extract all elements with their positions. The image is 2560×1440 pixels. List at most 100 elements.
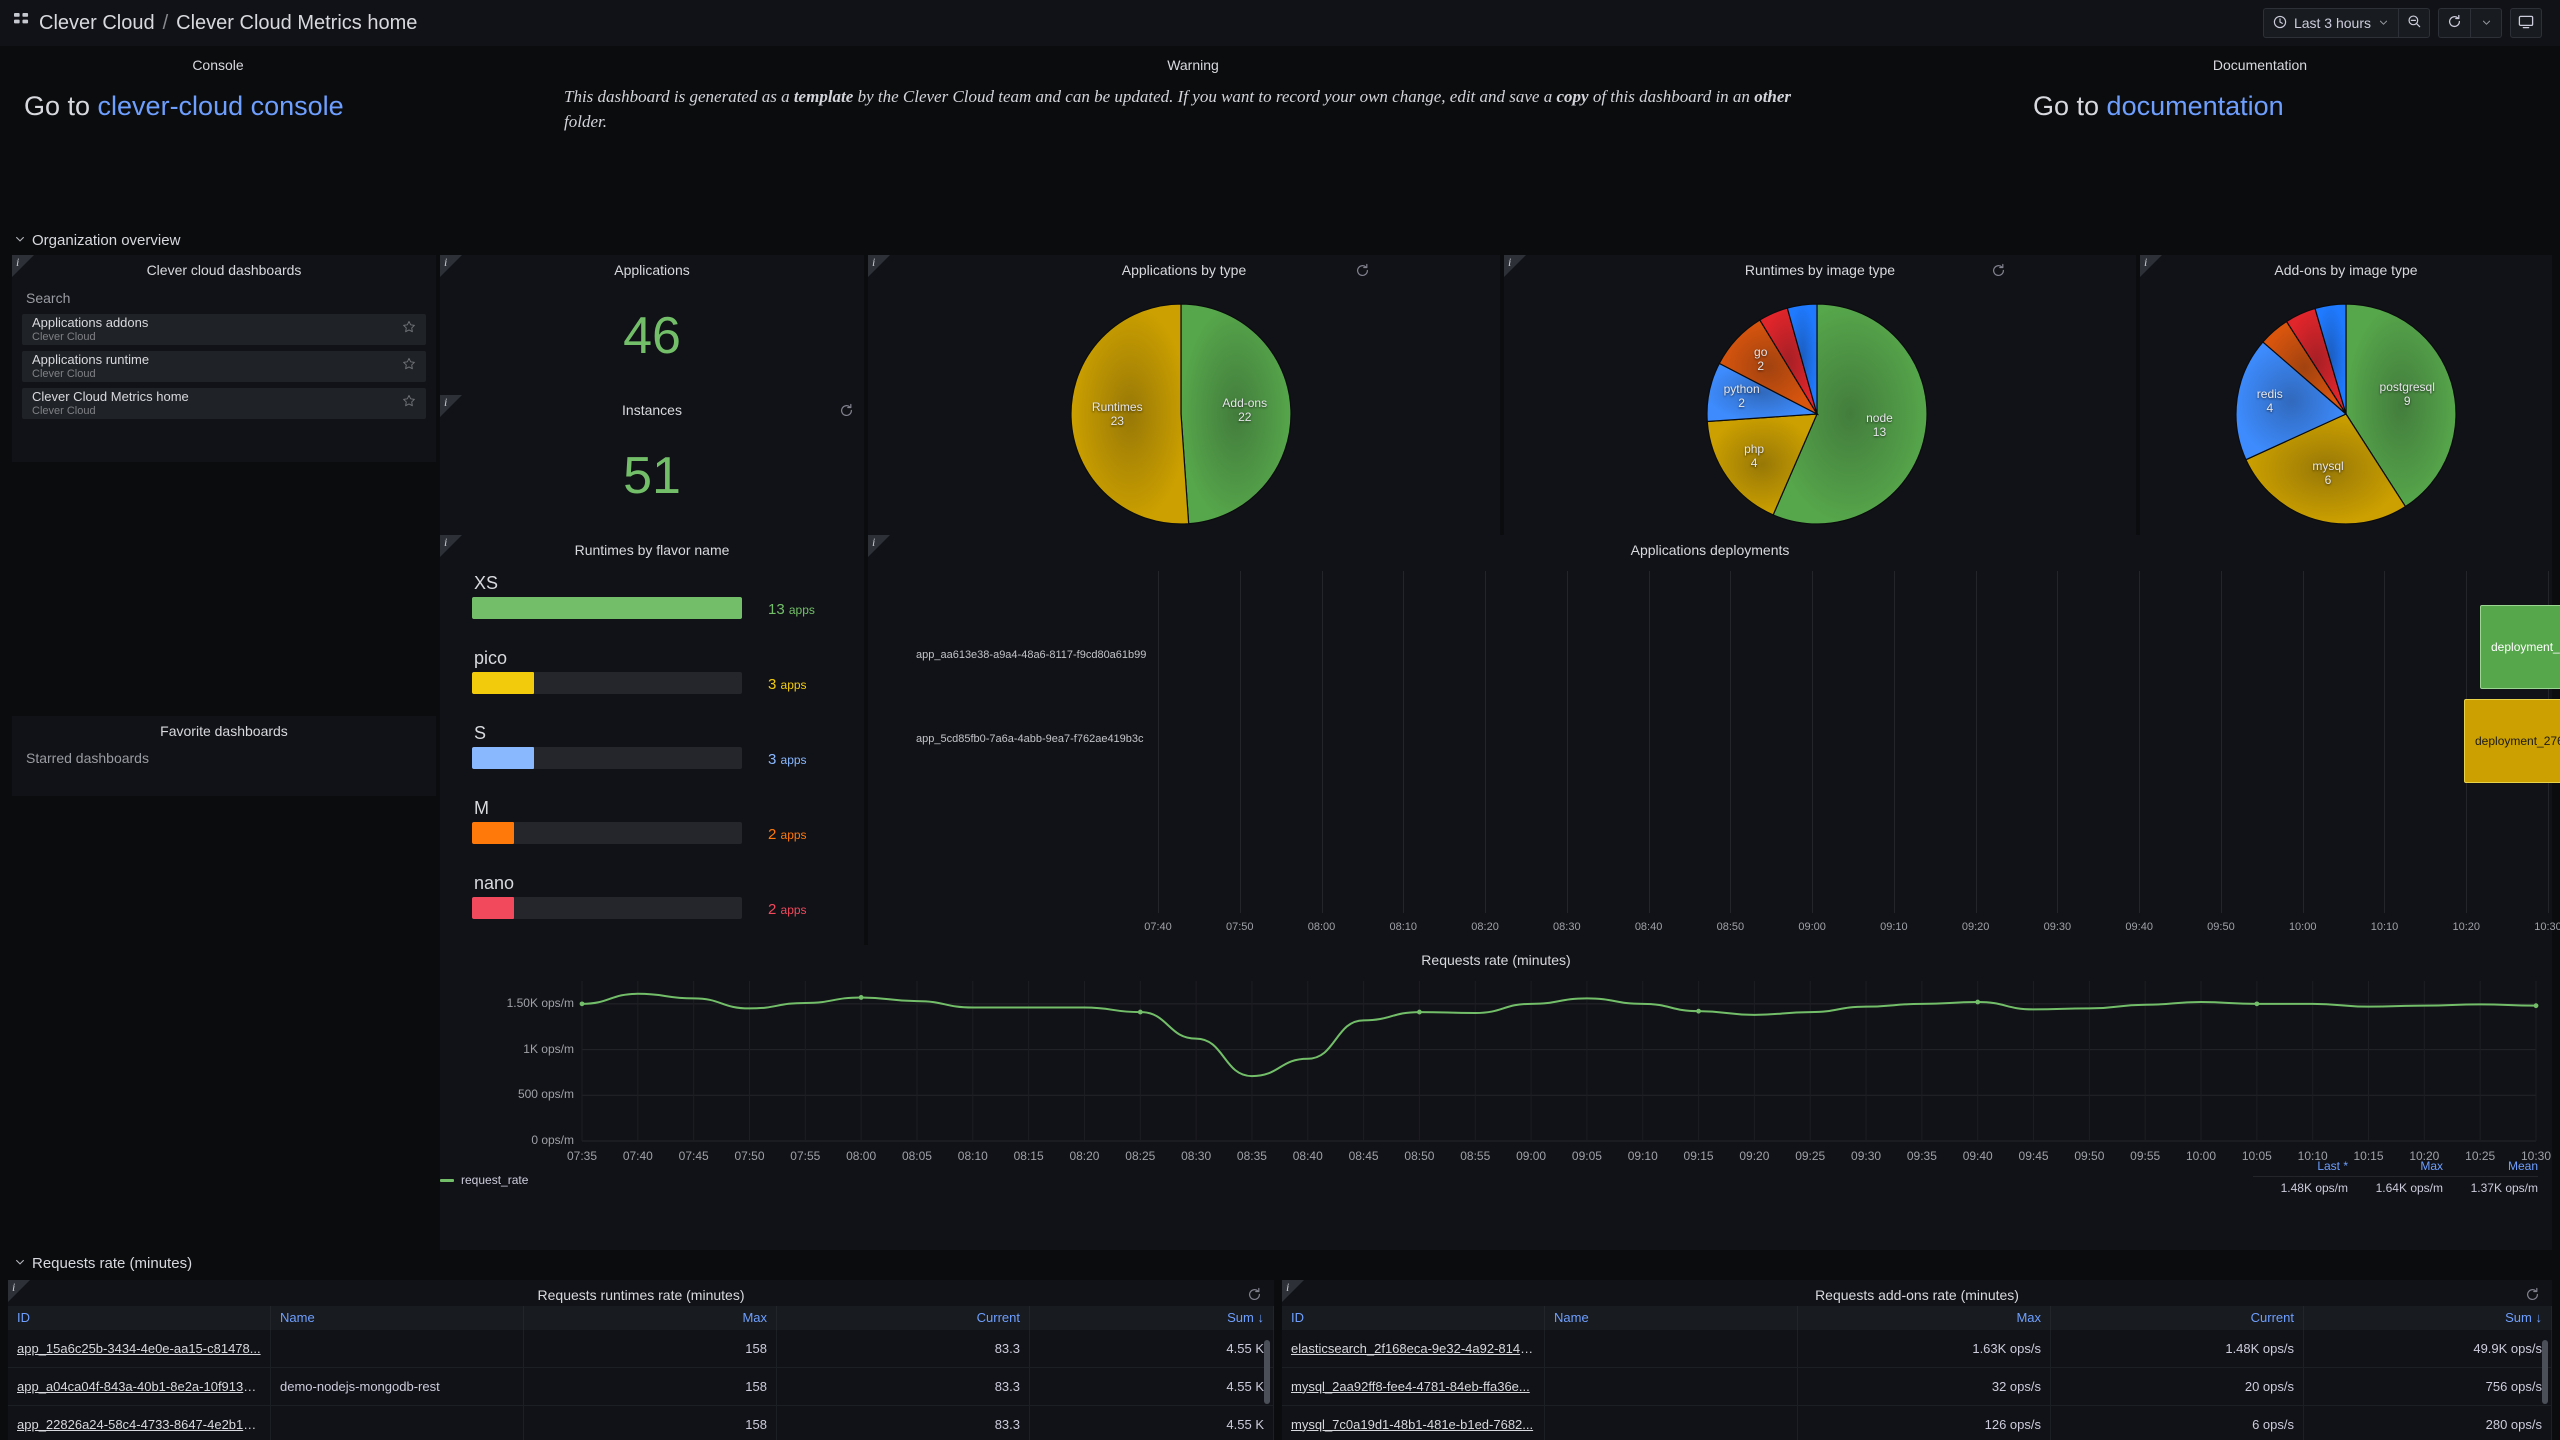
bar-gauge-track [472, 822, 742, 844]
pie-slice[interactable] [1180, 303, 1292, 525]
dashboard-list-item[interactable]: Applications runtime Clever Cloud [22, 351, 426, 382]
pie-chart[interactable]: Add-ons 22 Runtimes 23 [1070, 303, 1292, 525]
runtimes-rate-table: ID Name Max Current Sum ↓ app_15a6c25b-3434-4… [8, 1306, 1274, 1440]
documentation-link[interactable]: documentation [2107, 91, 2284, 121]
time-range-picker[interactable]: Last 3 hours [2262, 8, 2398, 38]
requests-addons-rate-panel: i Requests add-ons rate (minutes) ID Name… [1282, 1280, 2552, 1440]
table-cell-id-link[interactable]: mysql_7c0a19d1-48b1-481e-b1ed-7682... [1282, 1405, 1545, 1440]
info-icon: i [2144, 255, 2148, 269]
requests-rate-title: Requests rate (minutes) [1421, 952, 1571, 968]
x-axis-tick-label: 09:55 [2130, 1149, 2161, 1163]
table-column-header[interactable]: ID [1282, 1306, 1545, 1330]
bar-gauge-fill [472, 897, 514, 919]
x-axis-tick-label: 08:20 [1069, 1149, 1100, 1163]
deployment-block[interactable]: deployment_276088f0-4093 [2464, 699, 2560, 783]
table-column-header[interactable]: Sum ↓ [1030, 1306, 1274, 1330]
grid-icon[interactable] [14, 13, 29, 33]
refresh-icon[interactable] [839, 403, 854, 423]
star-icon[interactable] [402, 320, 416, 339]
table-column-header[interactable]: Current [2051, 1306, 2304, 1330]
refresh-icon[interactable] [1355, 263, 1370, 283]
applications-by-type-title: Applications by type [1121, 262, 1247, 278]
favorite-dashboards-panel: Favorite dashboards Starred dashboards [12, 716, 436, 796]
clever-cloud-console-link[interactable]: clever-cloud console [98, 91, 344, 121]
refresh-icon[interactable] [2525, 1287, 2540, 1307]
bar-gauge-row: M 2 apps [440, 798, 864, 844]
table-column-header[interactable]: Name [271, 1306, 524, 1330]
bar-gauge-value-number: 3 [768, 751, 781, 768]
data-point [1696, 1008, 1701, 1014]
timeseries-svg [579, 981, 2539, 1142]
star-icon[interactable] [402, 357, 416, 376]
refresh-icon[interactable] [1247, 1287, 1262, 1307]
row-header-organization-overview[interactable]: Organization overview [14, 232, 180, 249]
bar-gauge-value-number: 13 [768, 601, 789, 618]
table-cell: 83.3 [777, 1367, 1030, 1406]
zoom-out-button[interactable] [2398, 8, 2430, 38]
breadcrumb-org[interactable]: Clever Cloud [39, 12, 155, 35]
x-axis-tick-label: 08:05 [901, 1149, 932, 1163]
table-header-row: ID Name Max Current Sum ↓ [8, 1306, 1274, 1330]
bar-gauge-track [472, 672, 742, 694]
warning-segment-1: template [793, 87, 854, 106]
star-icon[interactable] [402, 394, 416, 413]
table-cell-id-link[interactable]: app_15a6c25b-3434-4e0e-aa15-c81478... [8, 1329, 271, 1368]
timeseries-line[interactable] [581, 992, 2537, 1078]
table-column-header[interactable]: Max [1798, 1306, 2051, 1330]
table-cell-id-link[interactable]: app_22826a24-58c4-4733-8647-4e2b13... [8, 1405, 271, 1440]
table-column-header[interactable]: Sum ↓ [2304, 1306, 2552, 1330]
table-column-header[interactable]: ID [8, 1306, 271, 1330]
bar-gauge-label: S [474, 723, 487, 743]
deployments-plot[interactable]: 07:40 07:50 08:00 08:10 08:20 08:30 08:40 08:50… [868, 561, 2560, 945]
time-range-group: Last 3 hours [2262, 8, 2430, 38]
search-label[interactable]: Search [12, 278, 436, 314]
pie-chart[interactable]: postgresql 9 mysql 6 redis 4 [2235, 303, 2457, 525]
table-column-header[interactable]: Name [1545, 1306, 1798, 1330]
refresh-interval-dropdown[interactable] [2470, 8, 2502, 38]
breadcrumb-dashboard[interactable]: Clever Cloud Metrics home [176, 12, 417, 35]
row-header-requests-rate[interactable]: Requests rate (minutes) [14, 1255, 192, 1272]
tv-icon [2518, 14, 2534, 33]
table-cell-id-link[interactable]: mysql_2aa92ff8-fee4-4781-84eb-ffa36e... [1282, 1367, 1545, 1406]
table-scrollbar[interactable] [1264, 1340, 1270, 1404]
gridline [2139, 571, 2141, 913]
tv-mode-button[interactable] [2510, 8, 2542, 38]
dashboard-list-item[interactable]: Applications addons Clever Cloud [22, 314, 426, 345]
table-column-header[interactable]: Max [524, 1306, 777, 1330]
warning-segment-4: of this dashboard in an [1588, 87, 1755, 106]
legend-stat-header[interactable]: Mean [2443, 1159, 2538, 1173]
bar-gauge-fill [472, 672, 535, 694]
table-column-header[interactable]: Current [777, 1306, 1030, 1330]
warning-segment-3: copy [1556, 87, 1589, 106]
deployment-block[interactable]: deployment_3ada13f0 [2480, 605, 2560, 689]
instances-stat-value: 51 [623, 447, 681, 505]
info-icon: i [1508, 255, 1512, 269]
legend-item[interactable]: request_rate [440, 1173, 528, 1187]
console-panel: Console Go to clever-cloud console [8, 50, 428, 160]
table-scrollbar[interactable] [2542, 1340, 2548, 1404]
documentation-prefix: Go to [2033, 91, 2107, 121]
deployment-series-label: app_aa613e38-a9a4-48a6-8117-f9cd80a61b99 [916, 649, 1147, 661]
table-cell: 4.55 K [1030, 1329, 1274, 1368]
legend-color-swatch [440, 1178, 454, 1182]
table-cell-id-link[interactable]: app_a04ca04f-843a-40b1-8e2a-10f9136... [8, 1367, 271, 1406]
pie-svg [2235, 303, 2457, 525]
table-cell [1545, 1329, 1798, 1368]
dashboard-item-folder: Clever Cloud [32, 404, 96, 417]
pie-slice[interactable] [1070, 303, 1190, 525]
legend-stat-header[interactable]: Max [2348, 1159, 2443, 1173]
refresh-button[interactable] [2438, 8, 2470, 38]
dashboard-list-item[interactable]: Clever Cloud Metrics home Clever Cloud [22, 388, 426, 419]
table-cell-id-link[interactable]: elasticsearch_2f168eca-9e32-4a92-814c... [1282, 1329, 1545, 1368]
x-axis-tick-label: 08:00 [846, 1149, 877, 1163]
requests-rate-plot[interactable]: 0 ops/m 500 ops/m 1K ops/m 1.50K ops/m 07:35… [440, 969, 2552, 1250]
bar-gauge-fill [472, 822, 514, 844]
table-row: mysql_2aa92ff8-fee4-4781-84eb-ffa36e... 3… [1282, 1367, 2552, 1406]
legend-stat-header[interactable]: Last * [2253, 1159, 2348, 1173]
x-axis-tick-label: 08:40 [1634, 921, 1663, 933]
refresh-icon[interactable] [1991, 263, 2006, 283]
x-axis-tick-label: 08:25 [1125, 1149, 1156, 1163]
top-navbar: Clever Cloud / Clever Cloud Metrics home… [0, 0, 2560, 46]
pie-chart[interactable]: node 13 php 4 python 2 go 2 [1706, 303, 1928, 525]
bar-gauge-row: nano 2 apps [440, 873, 864, 919]
